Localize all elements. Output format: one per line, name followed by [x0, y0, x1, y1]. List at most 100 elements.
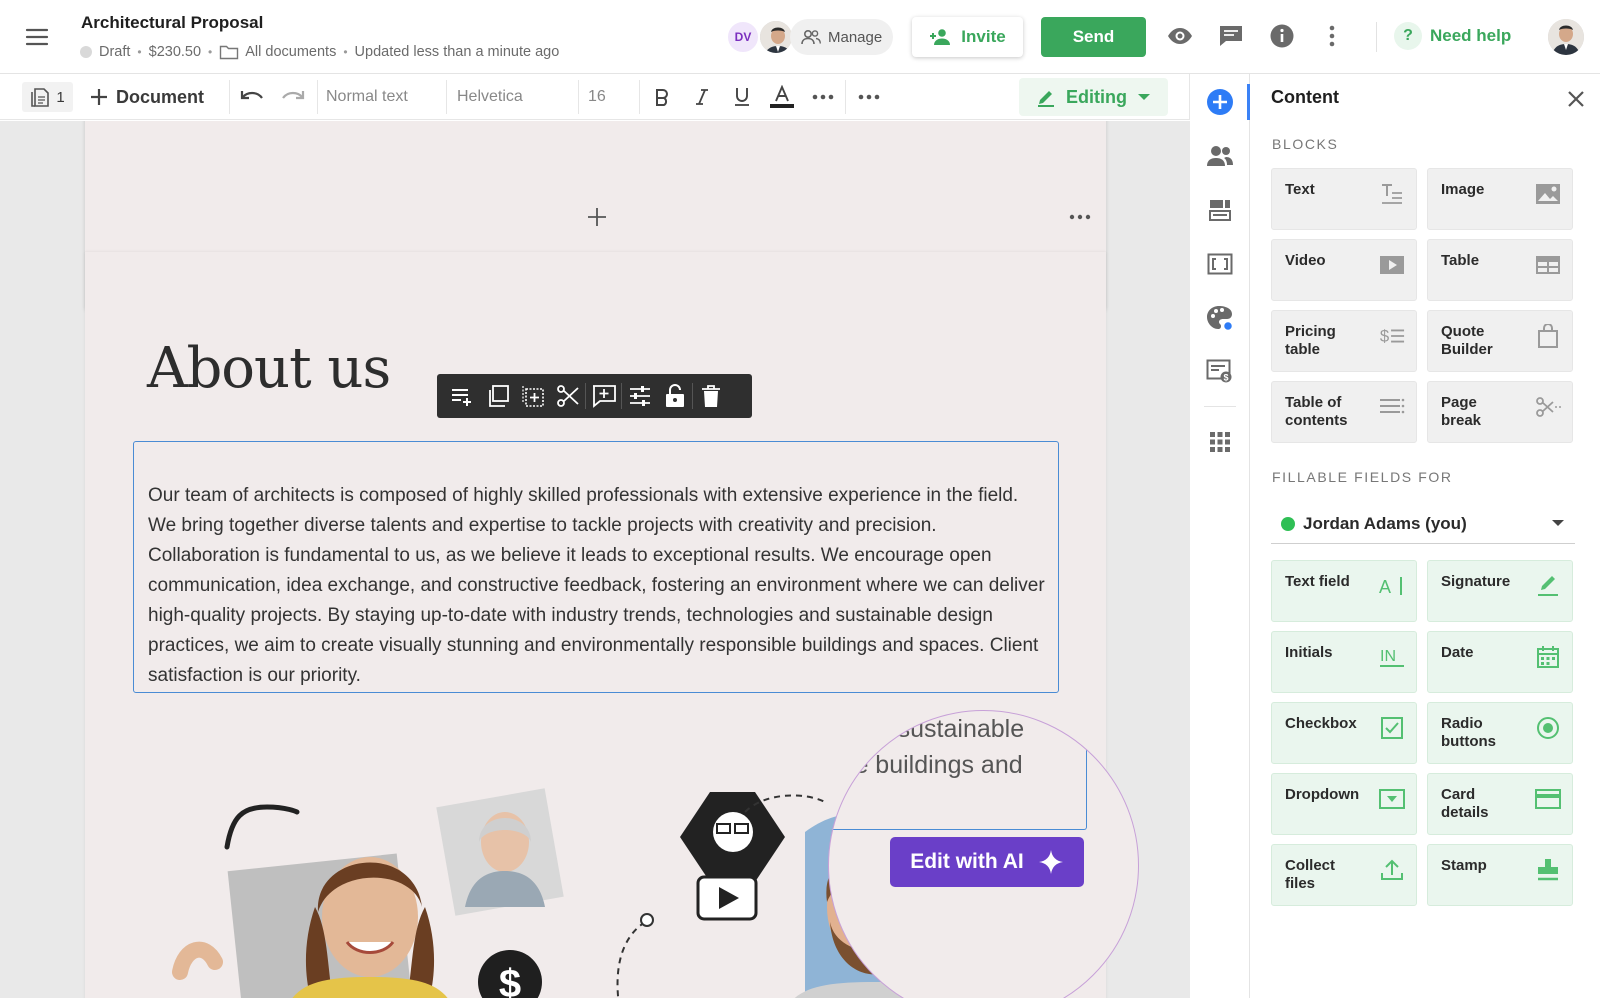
- text-block-selected[interactable]: Our team of architects is composed of hi…: [133, 441, 1059, 693]
- field-date[interactable]: Date: [1427, 631, 1573, 693]
- font-family-select[interactable]: Helvetica: [457, 74, 523, 120]
- pages-icon: [31, 88, 50, 107]
- field-dropdown[interactable]: Dropdown: [1271, 773, 1417, 835]
- close-icon[interactable]: [1565, 88, 1587, 110]
- comments-icon[interactable]: [1217, 22, 1245, 50]
- field-radio-buttons[interactable]: Radio buttons: [1427, 702, 1573, 764]
- duplicate-button[interactable]: [480, 380, 515, 412]
- text-color-icon: [770, 85, 794, 108]
- comment-button[interactable]: [586, 380, 621, 412]
- block-more-icon[interactable]: [1066, 207, 1096, 227]
- rail-design-button[interactable]: [1204, 302, 1236, 334]
- lock-button[interactable]: [657, 380, 692, 412]
- editor-toolbar: 1 Document Normal text Helvetica 16 Edit…: [0, 74, 1190, 120]
- rail-variables-button[interactable]: [1204, 248, 1236, 280]
- rail-apps-button[interactable]: [1204, 426, 1236, 458]
- about-body-text[interactable]: Our team of architects is composed of hi…: [148, 481, 1048, 691]
- block-text[interactable]: Text: [1271, 168, 1417, 230]
- undo-button[interactable]: [238, 74, 266, 120]
- field-signature[interactable]: Signature: [1427, 560, 1573, 622]
- user-portrait-icon: [1548, 19, 1584, 55]
- more-options-icon[interactable]: [1318, 22, 1346, 50]
- field-card-details[interactable]: Card details: [1427, 773, 1573, 835]
- block-image[interactable]: Image: [1427, 168, 1573, 230]
- pricing-table-icon: $: [1379, 323, 1405, 349]
- block-video[interactable]: Video: [1271, 239, 1417, 301]
- editing-mode-button[interactable]: Editing: [1019, 78, 1168, 116]
- pages-button[interactable]: 1: [22, 82, 73, 112]
- magnified-text-line-1: and sustainable: [849, 715, 1025, 743]
- document-title[interactable]: Architectural Proposal: [81, 13, 263, 33]
- field-collect-files[interactable]: Collect files: [1271, 844, 1417, 906]
- field-text-field[interactable]: Text field A: [1271, 560, 1417, 622]
- cut-button[interactable]: [550, 380, 585, 412]
- assignee-status-dot: [1281, 516, 1295, 531]
- svg-text:$: $: [1380, 327, 1390, 346]
- bold-icon: [656, 89, 668, 106]
- add-document-button[interactable]: Document: [90, 74, 204, 120]
- field-stamp[interactable]: Stamp: [1427, 844, 1573, 906]
- user-avatar[interactable]: [1548, 19, 1584, 55]
- manage-button[interactable]: Manage: [790, 19, 893, 55]
- edit-with-ai-button[interactable]: Edit with AI: [890, 837, 1084, 887]
- toc-icon: [1379, 394, 1405, 420]
- section-heading[interactable]: About us: [147, 336, 391, 401]
- text-style-select[interactable]: Normal text: [326, 74, 408, 120]
- more-tools-button[interactable]: [855, 74, 883, 120]
- italic-icon: [696, 89, 708, 105]
- add-box-icon: [521, 386, 544, 407]
- collaborator-avatar[interactable]: [758, 19, 794, 55]
- more-horizontal-icon: [812, 94, 834, 100]
- text-color-button[interactable]: [768, 74, 796, 120]
- quote-builder-icon: [1535, 323, 1561, 349]
- block-pricing-table[interactable]: Pricing table $: [1271, 310, 1417, 372]
- initials-icon: IN: [1379, 644, 1405, 670]
- invite-label: Invite: [961, 27, 1006, 46]
- send-button[interactable]: Send: [1041, 17, 1146, 57]
- folder-icon: [220, 45, 239, 60]
- apps-grid-icon: [1210, 432, 1230, 452]
- invite-button[interactable]: Invite: [912, 17, 1023, 57]
- field-initials[interactable]: Initials IN: [1271, 631, 1417, 693]
- rail-payments-button[interactable]: $: [1204, 356, 1236, 388]
- svg-text:$: $: [499, 962, 521, 998]
- info-icon[interactable]: [1268, 22, 1296, 50]
- preview-eye-icon[interactable]: [1166, 22, 1194, 50]
- block-settings-button[interactable]: [622, 380, 657, 412]
- block-table[interactable]: Table: [1427, 239, 1573, 301]
- add-to-library-button[interactable]: [515, 380, 550, 412]
- hamburger-menu-icon[interactable]: [24, 24, 50, 50]
- delete-block-button[interactable]: [693, 380, 728, 412]
- question-icon: ?: [1394, 22, 1422, 50]
- editing-mode-label: Editing: [1066, 86, 1127, 107]
- checkbox-icon: [1379, 715, 1405, 741]
- stamp-icon: [1535, 857, 1561, 883]
- italic-button[interactable]: [688, 74, 716, 120]
- field-checkbox[interactable]: Checkbox: [1271, 702, 1417, 764]
- block-table-of-contents[interactable]: Table of contents: [1271, 381, 1417, 443]
- svg-text:A: A: [1379, 577, 1391, 597]
- redo-button[interactable]: [279, 74, 307, 120]
- rail-content-button[interactable]: [1204, 86, 1236, 118]
- folder-link[interactable]: All documents: [219, 44, 336, 60]
- text-block-icon: [1379, 181, 1405, 207]
- block-page-break[interactable]: Page break: [1427, 381, 1573, 443]
- collaborator-avatar-dv[interactable]: DV: [726, 20, 760, 54]
- chevron-down-icon: [1552, 520, 1564, 526]
- assignee-dropdown[interactable]: Jordan Adams (you): [1271, 504, 1575, 544]
- add-block-plus-icon[interactable]: [583, 203, 611, 231]
- insert-below-button[interactable]: [445, 380, 480, 412]
- underline-button[interactable]: [728, 74, 756, 120]
- block-quote-builder[interactable]: Quote Builder: [1427, 310, 1573, 372]
- document-canvas: About us Our team of architects is compo…: [0, 121, 1190, 998]
- font-size-select[interactable]: 16: [588, 74, 606, 120]
- people-icon: [801, 29, 821, 45]
- more-format-button[interactable]: [809, 74, 837, 120]
- assignee-name: Jordan Adams (you): [1303, 513, 1467, 533]
- bold-button[interactable]: [648, 74, 676, 120]
- rail-recipients-button[interactable]: [1204, 140, 1236, 172]
- rail-blocks-button[interactable]: [1204, 194, 1236, 226]
- text-field-icon: A: [1379, 573, 1405, 599]
- need-help-link[interactable]: ? Need help: [1394, 22, 1511, 50]
- folder-label: All documents: [245, 44, 337, 60]
